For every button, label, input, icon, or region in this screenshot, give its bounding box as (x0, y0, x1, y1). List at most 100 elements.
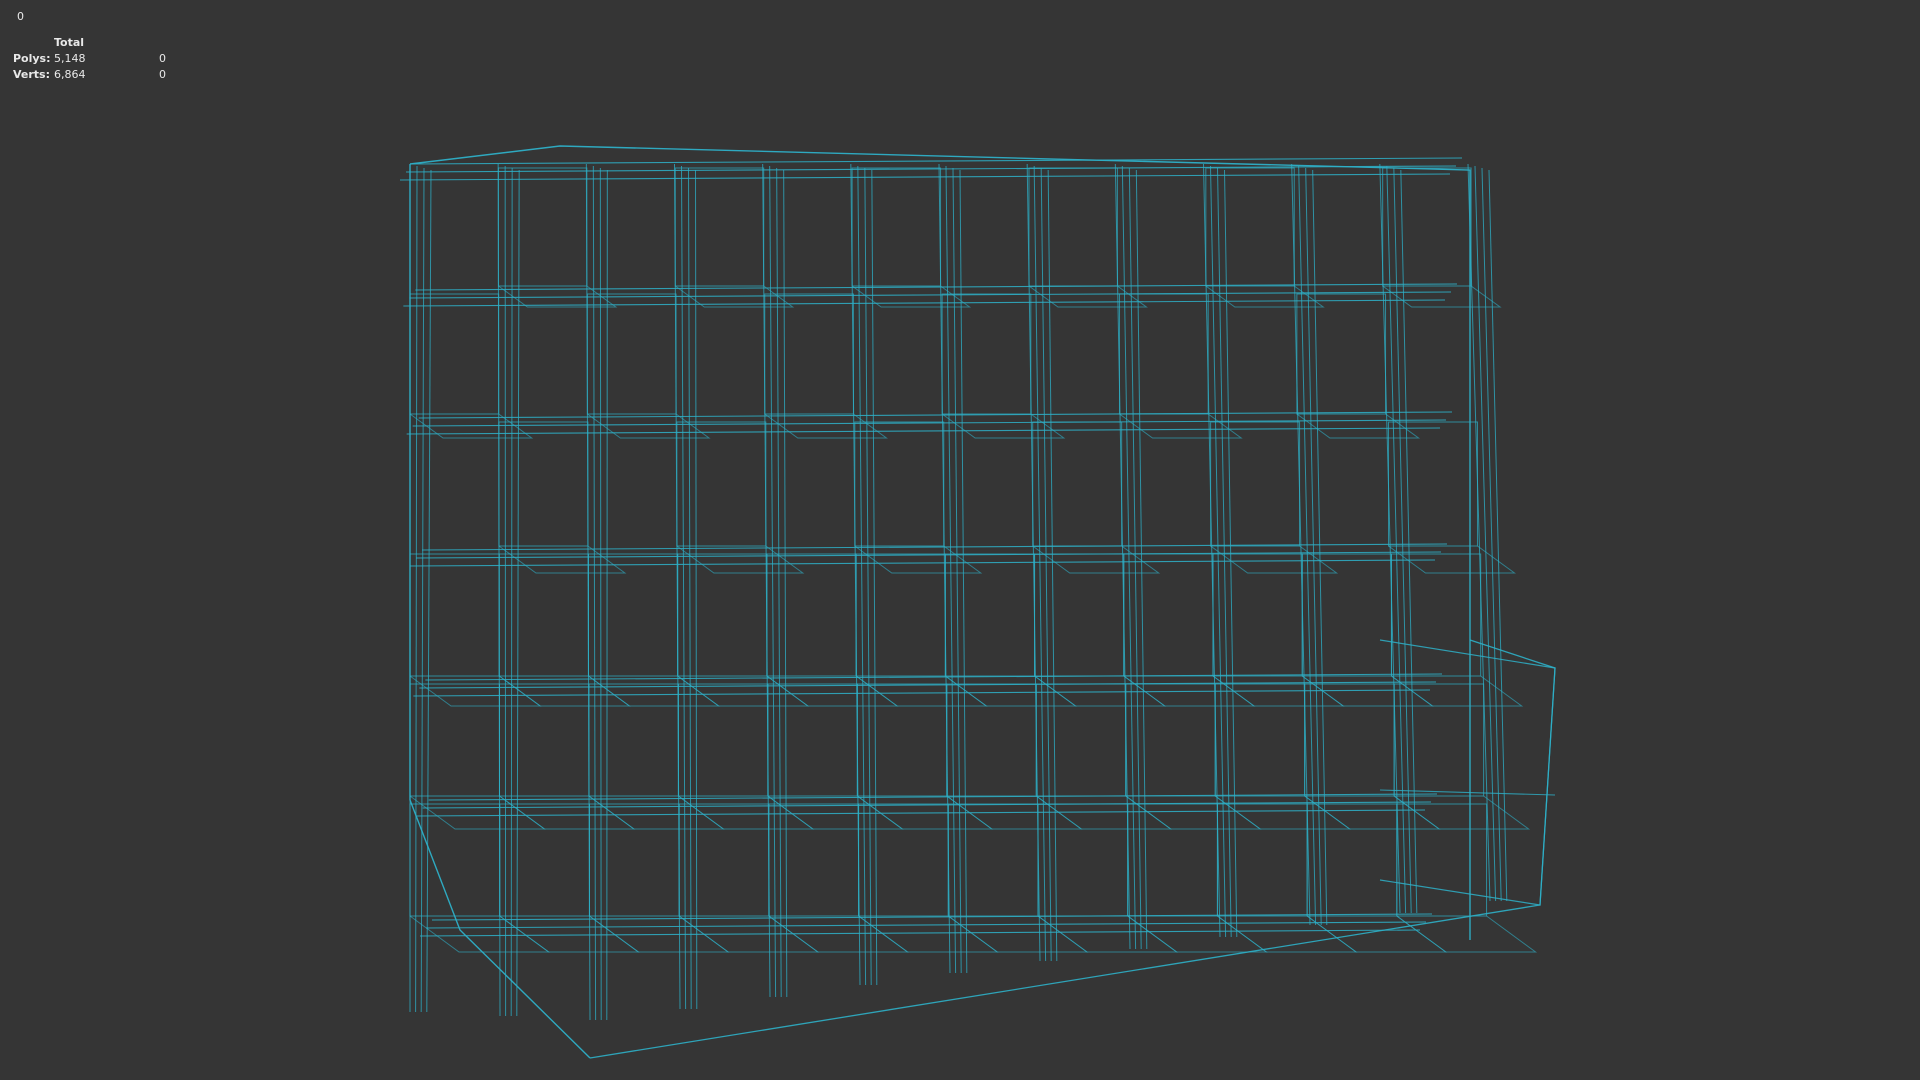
wire-edge (1205, 285, 1325, 308)
wire-edge (589, 639, 1556, 1059)
wire-edge (420, 167, 425, 1013)
wire-edge (1032, 545, 1161, 574)
stats-header-total: Total (54, 36, 85, 49)
wire-edge (946, 683, 1037, 797)
wire-edge (588, 675, 721, 707)
wire-edge (766, 553, 857, 677)
wire-edge (1135, 169, 1148, 950)
wire-edge (766, 675, 899, 707)
wire-edge (941, 413, 1066, 439)
wire-edge (498, 553, 589, 677)
wire-edge (1034, 553, 1125, 677)
wire-edge (1035, 683, 1127, 797)
wire-edge (606, 169, 608, 1021)
wire-edge (499, 795, 636, 830)
wire-edge (1121, 165, 1137, 950)
wire-edge (858, 803, 949, 917)
wire-edge (1312, 169, 1328, 926)
wire-edge (409, 915, 551, 953)
wire-edge (403, 299, 1446, 307)
wire-edge (688, 167, 692, 1010)
wire-edge (588, 795, 725, 830)
wire-edge (409, 553, 500, 677)
verts-label: Verts: (13, 68, 51, 81)
frame-counter: 0 (17, 10, 24, 23)
wire-edge (864, 167, 872, 986)
wire-edge (419, 929, 1421, 937)
wire-edge (425, 673, 1443, 681)
wire-edge (856, 683, 948, 797)
wire-edge (406, 427, 1441, 435)
wire-edge (415, 165, 418, 1013)
wire-edge (426, 169, 432, 1013)
wire-edge (1127, 915, 1268, 953)
verts-selected: 0 (159, 68, 166, 81)
wire-edge (1037, 803, 1129, 917)
wire-edge (409, 803, 501, 917)
polys-total: 5,148 (54, 52, 86, 65)
wire-edge (587, 553, 679, 677)
wire-edge (855, 553, 946, 677)
wire-edge (416, 809, 1426, 817)
wire-edge (498, 683, 590, 797)
wire-edge (415, 551, 1442, 559)
wire-edge (678, 795, 815, 830)
wire-edge (768, 803, 860, 917)
wire-edge (413, 689, 1431, 697)
wire-edge (411, 157, 1463, 165)
stats-row-polys: Polys: 5,148 0 (13, 51, 166, 67)
wire-edge (776, 167, 782, 998)
wire-edge (409, 795, 546, 830)
wire-edge (422, 801, 1432, 809)
wire-edge (499, 915, 640, 953)
wire-edge (419, 681, 1437, 689)
wire-edge (677, 683, 769, 797)
wire-edge (678, 803, 770, 917)
wire-edge (858, 915, 999, 953)
3d-viewport[interactable]: 0 Total Polys: 5,148 0 Verts: 6,864 0 (0, 0, 1920, 1080)
wire-edge (855, 675, 988, 707)
wire-edge (588, 683, 679, 797)
wire-edge (1382, 285, 1502, 308)
wire-edge (677, 553, 768, 677)
wireframe-model[interactable] (0, 0, 1920, 1080)
wire-edge (1210, 545, 1339, 574)
wire-edge (498, 675, 631, 707)
wire-edge (1037, 915, 1179, 953)
wire-edge (1125, 795, 1262, 830)
wire-edge (587, 413, 711, 439)
wire-edge (677, 675, 810, 707)
stats-row-verts: Verts: 6,864 0 (13, 67, 166, 83)
scene-statistics: Total Polys: 5,148 0 Verts: 6,864 0 (13, 35, 166, 83)
wire-edge (428, 793, 1438, 801)
wire-edge (1125, 683, 1216, 797)
wire-edge (1388, 545, 1517, 574)
wire-edge (1033, 165, 1047, 962)
wire-edge (676, 421, 767, 547)
wire-edge (944, 553, 1036, 677)
wire-edge (431, 913, 1433, 921)
wire-edge (499, 803, 590, 917)
wire-edge (947, 915, 1089, 953)
wire-edge (1127, 803, 1218, 917)
wire-edge (764, 413, 888, 439)
wire-edge (415, 283, 1458, 291)
wire-edge (412, 419, 1447, 427)
wire-edge (409, 683, 500, 797)
wire-edge (588, 803, 680, 917)
wire-edge (421, 543, 1448, 551)
wire-edge (1306, 915, 1448, 953)
stats-header-row: Total (13, 35, 166, 51)
verts-total: 6,864 (54, 68, 86, 81)
wire-edge (959, 169, 968, 974)
wire-edge (1119, 413, 1243, 439)
wire-edge (767, 795, 904, 830)
wire-edge (409, 559, 1436, 567)
polys-label: Polys: (13, 52, 51, 65)
wire-edge (947, 803, 1039, 917)
wire-edge (1396, 915, 1538, 953)
wire-edge (1028, 285, 1148, 308)
polys-selected: 0 (159, 52, 166, 65)
wire-edge (425, 921, 1427, 929)
wire-edge (1217, 915, 1358, 953)
